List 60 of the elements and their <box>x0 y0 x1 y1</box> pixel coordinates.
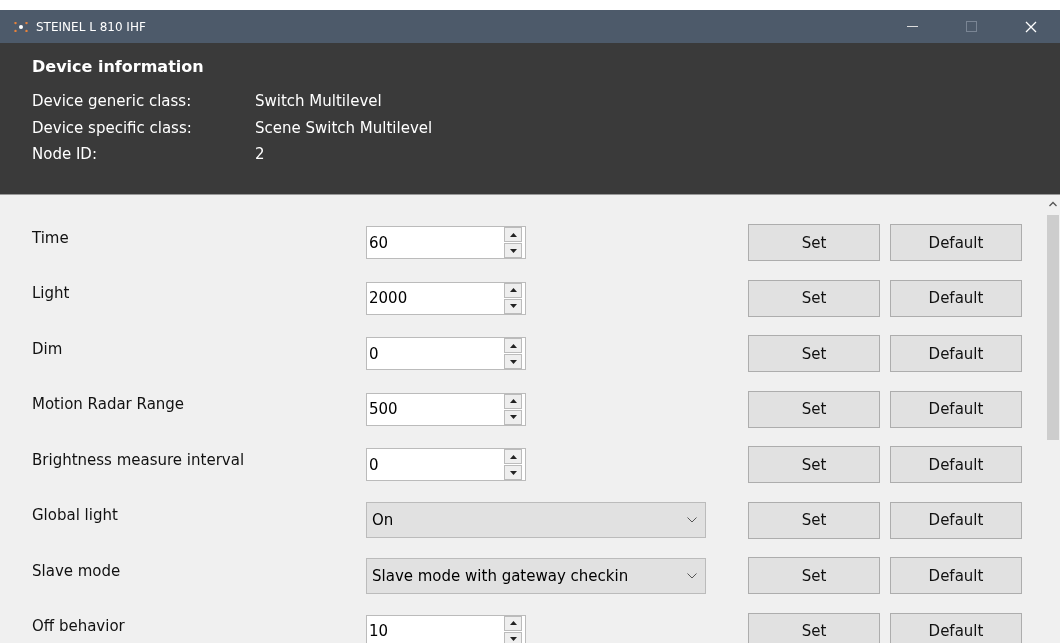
parameter-label: Global light <box>31 506 119 525</box>
down-arrow-icon[interactable] <box>509 359 517 364</box>
default-button[interactable]: Default <box>890 612 1022 643</box>
default-button[interactable]: Default <box>890 390 1022 428</box>
up-arrow-icon[interactable] <box>509 399 517 404</box>
parameter-label: Motion Radar Range <box>31 395 186 414</box>
down-arrow-icon[interactable] <box>509 415 517 420</box>
maximize-icon <box>966 21 977 32</box>
number-field[interactable]: 500 <box>366 392 526 426</box>
parameter-label: Brightness measure interval <box>31 450 246 469</box>
set-button[interactable]: Set <box>748 612 880 643</box>
parameter-label: Slave mode <box>31 561 122 580</box>
down-arrow-icon[interactable] <box>509 637 517 642</box>
up-arrow-icon[interactable] <box>509 343 517 348</box>
up-arrow-icon[interactable] <box>509 232 517 237</box>
up-arrow-icon[interactable] <box>509 454 517 459</box>
default-button[interactable]: Default <box>890 279 1022 317</box>
window-title: STEINEL L 810 IHF <box>36 19 147 34</box>
scroll-up-icon[interactable] <box>1049 201 1057 207</box>
set-button[interactable]: Set <box>748 390 880 428</box>
up-arrow-icon[interactable] <box>509 621 517 626</box>
default-button[interactable]: Default <box>890 501 1022 539</box>
default-button[interactable]: Default <box>890 557 1022 595</box>
number-field[interactable]: 60 <box>366 226 526 260</box>
close-icon <box>1024 20 1037 33</box>
dropdown[interactable]: On <box>366 502 706 539</box>
parameter-label: Time <box>31 228 70 247</box>
number-field[interactable]: 0 <box>366 337 526 371</box>
default-button[interactable]: Default <box>890 224 1022 262</box>
info-label: Device generic class: <box>32 91 193 112</box>
down-arrow-icon[interactable] <box>509 248 517 253</box>
set-button[interactable]: Set <box>748 335 880 373</box>
set-button[interactable]: Set <box>748 446 880 484</box>
parameter-label: Light <box>31 284 71 303</box>
chevron-down-icon <box>687 517 697 524</box>
default-button[interactable]: Default <box>890 335 1022 373</box>
info-label: Node ID: <box>32 144 98 165</box>
parameter-label: Dim <box>31 339 64 358</box>
parameter-label: Off behavior <box>31 617 126 636</box>
section-heading: Device information <box>32 57 205 76</box>
chevron-down-icon <box>687 572 697 579</box>
info-value: 2 <box>255 144 265 165</box>
scroll-thumb[interactable] <box>1047 215 1059 440</box>
app-logo-icon <box>14 21 28 32</box>
number-field[interactable]: 10 <box>366 614 526 643</box>
default-button[interactable]: Default <box>890 446 1022 484</box>
set-button[interactable]: Set <box>748 279 880 317</box>
set-button[interactable]: Set <box>748 557 880 595</box>
number-field[interactable]: 2000 <box>366 281 526 315</box>
up-arrow-icon[interactable] <box>509 288 517 293</box>
info-value: Switch Multilevel <box>255 91 382 112</box>
down-arrow-icon[interactable] <box>509 304 517 309</box>
dropdown[interactable]: Slave mode with gateway checkin <box>366 557 706 594</box>
minimize-icon <box>907 25 918 28</box>
set-button[interactable]: Set <box>748 501 880 539</box>
down-arrow-icon[interactable] <box>509 470 517 475</box>
number-field[interactable]: 0 <box>366 448 526 482</box>
set-button[interactable]: Set <box>748 224 880 262</box>
info-label: Device specific class: <box>32 117 193 139</box>
info-value: Scene Switch Multilevel <box>255 117 433 139</box>
